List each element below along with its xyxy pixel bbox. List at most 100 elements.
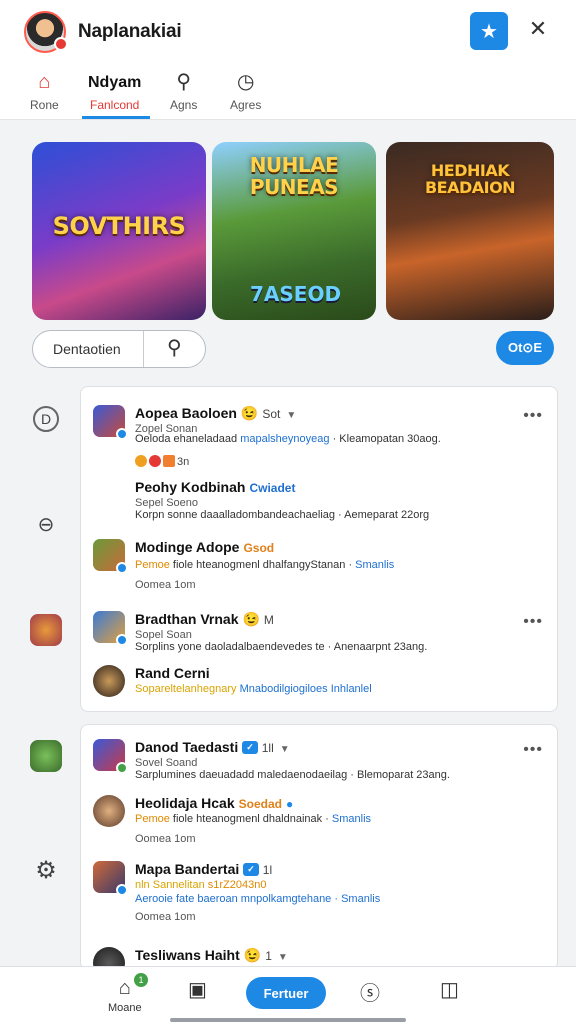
tab-rone[interactable]: ⌂ Rone <box>30 70 59 120</box>
feed-post[interactable]: Mapa Bandertai ✓ 1l nln Sannelitan s1rZ204… <box>93 861 553 923</box>
post-avatar <box>93 405 128 440</box>
action-button[interactable]: Ot⊙E <box>496 331 554 365</box>
verified-badge-icon <box>116 884 128 896</box>
rail-game-icon[interactable] <box>30 614 62 646</box>
app-title: Naplanakiai <box>78 21 182 42</box>
feed-post[interactable]: Aopea Baoloen 😉 Sot ▼ Zopel Sonan Oeloda eh… <box>93 405 553 475</box>
post-avatar <box>93 795 125 827</box>
lightning-icon: ⓢ <box>360 983 380 1005</box>
post-text: Oeloda ehaneladaad mapalsheynoyeag · Kle… <box>135 433 441 445</box>
post-text: Pemoe fiole hteanogmenl dhalfangyStanan … <box>135 559 395 571</box>
game-subtitle: 7ASEOD <box>250 282 342 306</box>
star-icon: ★ <box>480 20 498 43</box>
post-avatar <box>93 665 125 697</box>
post-subtitle: Sopel Soan <box>135 629 192 641</box>
post-meta: Oomea 1om <box>135 911 196 923</box>
home-icon: ⌂ <box>38 71 51 93</box>
post-reactions[interactable]: 3n <box>135 455 189 468</box>
post-text: Korpn sonne daaalladombandeachaeliag · A… <box>135 509 430 521</box>
tab-label: Agres <box>230 98 262 112</box>
post-author: Danod Taedasti ✓ 1ll ▼ <box>135 739 290 755</box>
post-avatar <box>93 539 128 574</box>
post-author: Heolidaja Hcak Soedad ● <box>135 795 294 811</box>
post-avatar <box>93 739 128 774</box>
home-indicator <box>170 1018 406 1022</box>
close-button[interactable]: ✕ <box>526 16 550 42</box>
post-avatar <box>93 611 128 646</box>
feed-post[interactable]: Bradthan Vrnak 😉 M Sopel Soan Sorplins yon… <box>93 611 553 653</box>
calendar-icon: ▣ <box>188 979 207 1001</box>
verified-badge-icon <box>116 428 128 440</box>
game-card[interactable]: HEDHIAK BEADAION <box>386 142 554 320</box>
post-text: Aerooie fate baeroan mnpolkamgtehane · S… <box>135 893 381 905</box>
feed-post[interactable]: Peohy Kodbinah Cwiadet Sepel Soeno Korpn … <box>93 479 553 521</box>
rail-game-icon[interactable] <box>30 740 62 772</box>
feed-post[interactable]: Heolidaja Hcak Soedad ● Pemoe fiole hteano… <box>93 795 553 845</box>
feed-card: Aopea Baoloen 😉 Sot ▼ Zopel Sonan Oeloda eh… <box>80 386 558 712</box>
chevron-down-icon: ▼ <box>286 410 297 421</box>
feed-post[interactable]: Danod Taedasti ✓ 1ll ▼ Sovel Soand Sarplumi… <box>93 739 553 789</box>
map-icon: ◫ <box>440 979 459 1001</box>
close-icon: ✕ <box>528 16 548 41</box>
tab-fanlcond[interactable]: Ndyam Fanlcond <box>88 70 141 120</box>
bottom-navigation: ⌂ Moane 1 ▣ Fertuer ⓢ ◫ <box>0 966 576 1024</box>
post-author: Rand Cerni <box>135 665 210 681</box>
post-text: Pemoe fiole hteanogmenl dhaldnainak · Sm… <box>135 813 372 825</box>
nav-map[interactable]: ◫ <box>440 977 459 1002</box>
nav-home-label: Moane <box>108 1002 142 1014</box>
post-author: Mapa Bandertai ✓ 1l <box>135 861 273 877</box>
tab-bar: ⌂ Rone Ndyam Fanlcond ⚲ Agns ◷ Agres <box>0 64 576 120</box>
star-button[interactable]: ★ <box>470 12 508 50</box>
home-icon: ⌂ <box>118 977 131 999</box>
notification-badge: 1 <box>134 973 148 987</box>
feature-button[interactable]: Fertuer <box>246 977 326 1009</box>
search-icon: ⚲ <box>176 71 191 93</box>
game-card[interactable]: SOVTHIRS <box>32 142 206 320</box>
rail-profile-icon[interactable]: D <box>33 406 59 432</box>
post-avatar <box>93 861 128 896</box>
tab-label: Rone <box>30 98 59 112</box>
active-tab-indicator <box>82 116 150 119</box>
more-options-icon[interactable]: ••• <box>523 407 543 425</box>
game-title: SOVTHIRS <box>52 212 186 240</box>
post-author: Tesliwans Haiht 😉 1 ▼ <box>135 947 288 963</box>
settings-icon[interactable]: ⚙ <box>30 854 62 886</box>
post-author: Modinge Adope Gsod <box>135 539 275 555</box>
tab-agns[interactable]: ⚲ Agns <box>170 70 197 120</box>
verified-badge-icon <box>116 562 128 574</box>
search-divider <box>143 331 144 367</box>
post-author: Peohy Kodbinah Cwiadet <box>135 479 296 495</box>
post-text: nln Sannelitan s1rZ2043n0 <box>135 879 267 891</box>
feed-post[interactable]: Rand Cerni Sopareltelanhegnary Mnabodilg… <box>93 665 553 701</box>
featured-games-banner: SOVTHIRS NUHLAE PUNEAS 7ASEOD HEDHIAK BE… <box>32 142 554 320</box>
nav-calendar[interactable]: ▣ <box>188 977 207 1002</box>
chevron-down-icon: ▼ <box>277 952 288 963</box>
post-text: Sopareltelanhegnary Mnabodilgiogiloes In… <box>135 683 372 695</box>
avatar[interactable] <box>24 11 68 53</box>
search-field[interactable]: Dentaotien ⚲ <box>32 330 206 368</box>
verified-badge-icon <box>116 634 128 646</box>
avatar-status-dot <box>54 37 68 51</box>
clock-icon: ◷ <box>236 71 255 93</box>
game-title: NUHLAE PUNEAS <box>249 153 339 199</box>
nav-activity[interactable]: ⓢ <box>360 977 380 1006</box>
feed-post[interactable]: Modinge Adope Gsod Pemoe fiole hteanogmen… <box>93 539 553 591</box>
more-options-icon[interactable]: ••• <box>523 613 543 631</box>
tab-label: Agns <box>170 98 198 112</box>
tab-agres[interactable]: ◷ Agres <box>230 70 261 120</box>
post-meta: Oomea 1om <box>135 579 196 591</box>
chevron-down-icon: ▼ <box>279 744 290 755</box>
search-icon[interactable]: ⚲ <box>167 335 182 360</box>
post-text: Sarplumines daeuadadd maledaenodaeilag ·… <box>135 769 450 781</box>
post-meta: Oomea 1om <box>135 833 196 845</box>
search-label: Dentaotien <box>53 341 121 357</box>
online-badge-icon <box>116 762 128 774</box>
tab-label: Fanlcond <box>89 98 140 112</box>
rail-minus-icon[interactable]: ⊖ <box>30 508 62 540</box>
post-subtitle: Sovel Soand <box>135 757 198 769</box>
more-options-icon[interactable]: ••• <box>523 741 543 759</box>
verified-check-icon: ● <box>285 797 294 811</box>
post-text: Sorplins yone daoladalbaendevedes te · A… <box>135 641 428 653</box>
game-card[interactable]: NUHLAE PUNEAS 7ASEOD <box>212 142 376 320</box>
post-author: Bradthan Vrnak 😉 M <box>135 611 274 627</box>
